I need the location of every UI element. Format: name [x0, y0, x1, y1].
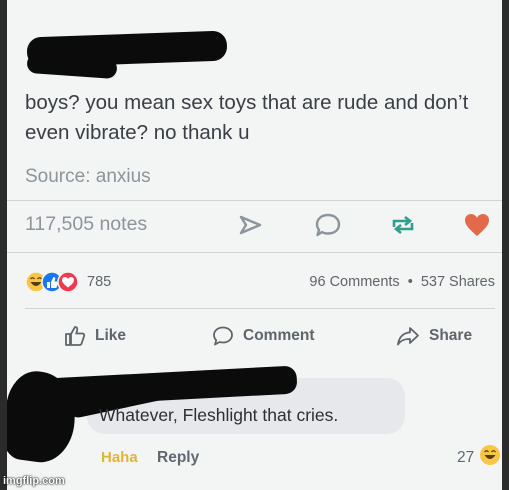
share-arrow-icon[interactable] — [235, 210, 267, 240]
reply-link[interactable]: Reply — [157, 449, 199, 467]
reactions-summary: 785 96 Comments • 537 Shares — [25, 270, 495, 296]
comment-text: Whatever, Fleshlight that cries. — [99, 405, 339, 425]
post-source[interactable]: Source: anxius — [25, 166, 151, 188]
thumbs-up-icon — [65, 326, 86, 346]
shares-count[interactable]: 537 Shares — [421, 274, 495, 290]
notes-count[interactable]: 117,505 notes — [25, 213, 147, 236]
comment-reaction-count[interactable]: 27 — [457, 449, 474, 467]
like-button[interactable]: Like — [63, 322, 126, 350]
reaction-icons[interactable] — [25, 271, 83, 293]
haha-reaction-link[interactable]: Haha — [101, 449, 138, 466]
heart-icon[interactable] — [461, 210, 493, 240]
share-button[interactable]: Share — [395, 322, 472, 350]
comment-label: Comment — [243, 327, 315, 344]
imgflip-watermark: imgflip.com — [3, 475, 65, 487]
reply-bubble-icon[interactable] — [312, 210, 344, 240]
comment-icon — [213, 326, 233, 346]
share-icon — [397, 327, 419, 346]
love-reaction-icon — [57, 271, 79, 293]
comment-button[interactable]: Comment — [211, 322, 314, 350]
engagement-stats: 96 Comments • 537 Shares — [309, 274, 495, 290]
divider — [7, 200, 502, 201]
post-text: boys? you mean sex toys that are rude an… — [25, 91, 469, 144]
reblog-icon[interactable] — [387, 210, 419, 240]
screenshot-frame: boys? you mean sex toys that are rude an… — [7, 0, 502, 490]
comments-count[interactable]: 96 Comments — [309, 274, 399, 290]
divider — [7, 252, 502, 253]
share-label: Share — [429, 327, 473, 344]
stats-separator: • — [407, 274, 413, 290]
like-label: Like — [95, 327, 127, 344]
divider — [25, 308, 495, 309]
reaction-count[interactable]: 785 — [87, 274, 111, 290]
haha-emoji-icon[interactable] — [479, 444, 501, 466]
